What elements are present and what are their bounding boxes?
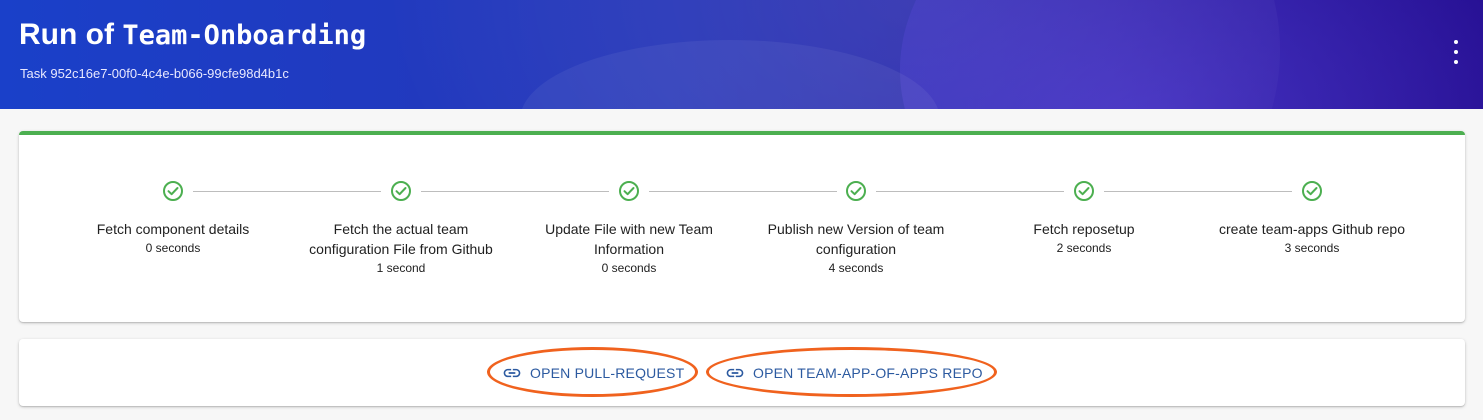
more-vert-icon[interactable] xyxy=(1446,40,1466,64)
step-duration: 3 seconds xyxy=(1284,241,1340,255)
step-5: Fetch reposetup 2 seconds xyxy=(970,179,1198,255)
title-prefix: Run of xyxy=(19,18,123,51)
check-circle-icon xyxy=(1074,181,1094,201)
step-duration: 2 seconds xyxy=(1056,241,1112,255)
steps-card: Fetch component details 0 seconds Fetch … xyxy=(19,131,1465,322)
page-header: Run of Team-Onboarding Task 952c16e7-00f… xyxy=(0,0,1483,109)
step-6: create team-apps Github repo 3 seconds xyxy=(1198,179,1426,255)
link-icon xyxy=(726,368,744,378)
step-3: Update File with new Team Information 0 … xyxy=(515,179,743,275)
actions-card: OPEN PULL-REQUEST OPEN TEAM-APP-OF-APPS … xyxy=(19,339,1465,406)
task-id: Task 952c16e7-00f0-4c4e-b066-99cfe98d4b1… xyxy=(20,66,289,81)
step-label: Fetch reposetup xyxy=(1033,221,1135,237)
stepper: Fetch component details 0 seconds Fetch … xyxy=(19,135,1465,322)
check-circle-icon xyxy=(1302,181,1322,201)
template-name: Team-Onboarding xyxy=(122,20,367,51)
step-label: create team-apps Github repo xyxy=(1219,221,1405,237)
step-duration: 0 seconds xyxy=(145,241,201,255)
step-2: Fetch the actual team configuration File… xyxy=(287,179,515,275)
step-label: Publish new Version of team configuratio… xyxy=(767,221,945,257)
step-duration: 0 seconds xyxy=(601,261,657,275)
link-icon xyxy=(503,368,521,378)
page-title: Run of Team-Onboarding xyxy=(19,18,366,52)
button-label: OPEN PULL-REQUEST xyxy=(530,365,685,381)
check-circle-icon xyxy=(391,181,411,201)
check-circle-icon xyxy=(846,181,866,201)
step-duration: 1 second xyxy=(376,261,426,275)
open-pull-request-button[interactable]: OPEN PULL-REQUEST xyxy=(502,359,684,387)
step-label: Update File with new Team Information xyxy=(545,221,713,257)
step-4: Publish new Version of team configuratio… xyxy=(742,179,970,275)
check-circle-icon xyxy=(619,181,639,201)
button-label: OPEN TEAM-APP-OF-APPS REPO xyxy=(753,365,983,381)
step-1: Fetch component details 0 seconds xyxy=(59,179,287,255)
step-label: Fetch component details xyxy=(96,221,250,237)
open-team-app-of-apps-repo-button[interactable]: OPEN TEAM-APP-OF-APPS REPO xyxy=(725,359,983,387)
step-label: Fetch the actual team configuration File… xyxy=(309,221,493,257)
step-duration: 4 seconds xyxy=(828,261,884,275)
check-circle-icon xyxy=(163,181,183,201)
header-decoration xyxy=(900,0,1483,109)
